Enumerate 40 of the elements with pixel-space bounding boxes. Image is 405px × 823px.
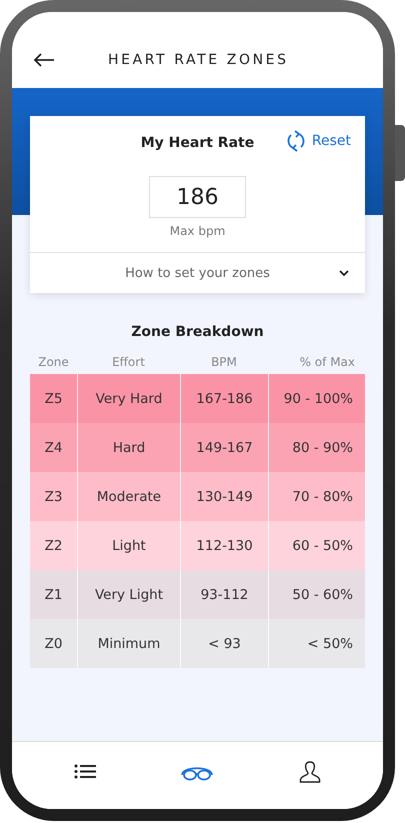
table-cell: Minimum <box>98 636 160 652</box>
table-cell: Hard <box>112 440 146 456</box>
screen-title: HEART RATE ZONES <box>108 52 289 68</box>
table-cell: 167-186 <box>196 390 253 406</box>
refresh-icon <box>286 130 306 152</box>
table-cell: Z4 <box>44 440 62 456</box>
table-cell: Moderate <box>96 488 162 504</box>
table-cell: 90 - 100% <box>284 390 353 406</box>
back-icon[interactable] <box>33 53 55 67</box>
table-cell: Very Light <box>94 586 163 602</box>
column-header: BPM <box>210 355 238 369</box>
help-dropdown[interactable]: How to set your zones <box>30 252 365 293</box>
card-title: My Heart Rate <box>140 135 254 151</box>
section-title: Zone Breakdown <box>131 324 264 340</box>
field-label: Max bpm <box>170 224 226 238</box>
table-cell: 149-167 <box>196 440 253 456</box>
table-cell: 112-130 <box>196 538 253 554</box>
person-icon[interactable] <box>298 760 321 782</box>
table-cell: Z1 <box>44 586 62 602</box>
list-icon[interactable] <box>74 764 96 779</box>
table-cell: Z0 <box>44 636 62 652</box>
table-cell: < 50% <box>307 636 353 652</box>
reset-button[interactable]: Reset <box>286 130 351 152</box>
table-cell: Z5 <box>44 390 62 406</box>
column-header: Zone <box>37 355 70 369</box>
max-bpm-field[interactable]: 186 <box>149 176 246 218</box>
table-cell: 93-112 <box>200 586 248 602</box>
table-cell: 80 - 90% <box>292 440 353 456</box>
table-cell: Light <box>112 538 146 554</box>
table-cell: Z2 <box>44 538 62 554</box>
table-cell: 130-149 <box>196 488 253 504</box>
table-cell: Z3 <box>44 488 62 504</box>
table-cell: Very Hard <box>96 390 162 406</box>
table-cell: 70 - 80% <box>292 488 353 504</box>
column-header: Effort <box>111 355 146 369</box>
column-header: % of Max <box>298 355 356 369</box>
table-cell: < 93 <box>208 636 241 652</box>
table-cell: 60 - 50% <box>292 538 353 554</box>
table-cell: 50 - 60% <box>292 586 353 602</box>
chevron-icon <box>339 270 349 277</box>
